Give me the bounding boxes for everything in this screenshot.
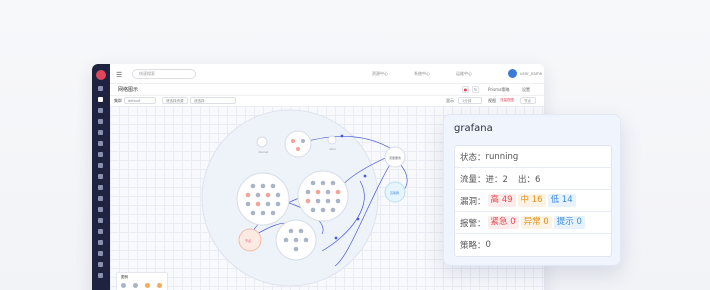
selected-node-label: 节点 <box>245 238 251 243</box>
time-select[interactable]: 1分钟 <box>458 97 482 104</box>
small-node-2[interactable] <box>327 135 337 145</box>
search-placeholder: 快速搜索 <box>139 71 155 76</box>
top-item-system[interactable]: 系统中心 <box>414 71 430 77</box>
card-body: 状态： running 流量： 进：2 出：6 漏洞： 高 49 中 16 低 … <box>454 145 612 257</box>
alert-abnormal-badge[interactable]: 异常 0 <box>520 216 552 229</box>
graph-legend: 图例 running pending failed unknown <box>116 272 168 290</box>
vuln-low-badge[interactable]: 低 14 <box>547 194 576 207</box>
alert-icon[interactable]: ● <box>462 86 469 93</box>
page-title: 网络图示 <box>118 87 139 93</box>
nav-item-icon[interactable] <box>98 229 103 234</box>
nav-item-icon[interactable] <box>98 141 103 146</box>
nav-item-icon[interactable] <box>98 262 103 267</box>
nav-item-icon[interactable] <box>98 185 103 190</box>
nav-item-icon[interactable] <box>98 207 103 212</box>
pod-group-top[interactable] <box>284 130 312 158</box>
background: ☰ 快速搜索 资源中心 系统中心 运维中心 user_name 网络图示 ● ↻… <box>0 0 710 290</box>
card-title: grafana <box>454 123 493 134</box>
policy-label: 策略： <box>460 241 486 251</box>
avatar[interactable] <box>508 69 517 78</box>
resource-select[interactable]: 请选择资源 <box>162 97 188 104</box>
top-item-ops[interactable]: 运维中心 <box>456 71 472 77</box>
settings-link[interactable]: 设置 <box>522 87 530 93</box>
top-item-resource[interactable]: 资源中心 <box>372 71 388 77</box>
top-bar: ☰ 快速搜索 资源中心 系统中心 运维中心 user_name <box>110 64 544 84</box>
traffic-in: 进：2 <box>485 174 508 185</box>
traffic-out: 出：6 <box>517 174 541 185</box>
vulnerability-label: 漏洞： <box>460 196 486 207</box>
traffic-row: 流量： 进：2 出：6 <box>455 168 611 190</box>
legend-title: 图例 <box>121 275 128 279</box>
status-row: 状态： running <box>455 146 611 168</box>
policy-row: 策略： 0 <box>455 234 611 256</box>
traffic-label: 流量： <box>460 174 486 185</box>
small-node-1[interactable] <box>256 136 268 148</box>
page-header: 网络图示 ● ↻ Prisma策略 设置 <box>110 84 544 96</box>
policy-value: 0 <box>485 240 491 250</box>
alert-row: 报警： 紧急 0 异常 0 提示 0 <box>455 212 611 234</box>
legend-running-icon <box>121 283 126 288</box>
legend-pending-icon <box>133 283 138 288</box>
env-label: 集群 <box>114 98 122 103</box>
status-value: running <box>485 151 519 162</box>
small-node-1-label: internet <box>258 150 268 154</box>
node-view-tag[interactable]: 节点 <box>520 97 536 104</box>
alert-urgent-badge[interactable]: 紧急 0 <box>487 216 519 229</box>
nav-item-icon[interactable] <box>98 152 103 157</box>
filter-bar: 集群 default 请选择资源 请选择 显示 1分钟 视图 流量视图 节点 <box>110 96 544 106</box>
app-logo-icon <box>96 70 106 80</box>
view-label: 显示 <box>446 98 454 103</box>
status-label: 状态： <box>460 152 486 163</box>
prisma-policy-link[interactable]: Prisma策略 <box>488 87 510 93</box>
nav-item-icon[interactable] <box>98 196 103 201</box>
resource-sub-select[interactable]: 请选择 <box>190 97 236 104</box>
pod-group-bottom[interactable] <box>275 219 317 261</box>
nav-item-icon[interactable] <box>98 163 103 168</box>
refresh-icon[interactable]: ↻ <box>472 86 479 93</box>
menu-toggle-icon[interactable]: ☰ <box>116 71 122 79</box>
nav-item-icon[interactable] <box>98 119 103 124</box>
vuln-mid-badge[interactable]: 中 16 <box>517 194 546 207</box>
sidebar-nav <box>92 64 110 290</box>
nav-item-icon[interactable] <box>98 240 103 245</box>
pod-group-left[interactable] <box>236 172 290 226</box>
legend-unknown-icon <box>157 283 162 288</box>
external-node-1-label: 流量服务 <box>389 155 401 160</box>
small-node-2-label: other <box>329 147 337 151</box>
nav-home-icon[interactable] <box>98 86 103 91</box>
nav-item-icon[interactable] <box>98 108 103 113</box>
alert-label: 报警： <box>460 218 486 229</box>
legend-failed-icon <box>145 283 150 288</box>
env-select[interactable]: default <box>124 97 156 104</box>
search-input[interactable]: 快速搜索 <box>132 69 196 79</box>
node-detail-card: grafana 状态： running 流量： 进：2 出：6 漏洞： 高 49… <box>443 114 621 266</box>
nav-item-icon[interactable] <box>98 130 103 135</box>
nav-item-icon[interactable] <box>98 174 103 179</box>
nav-topology-icon[interactable] <box>98 97 103 102</box>
traffic-view-tag[interactable]: 流量视图 <box>498 97 516 104</box>
nav-item-icon[interactable] <box>98 218 103 223</box>
vulnerability-row: 漏洞： 高 49 中 16 低 14 <box>455 190 611 212</box>
type-label: 视图 <box>488 98 496 103</box>
user-name[interactable]: user_name <box>520 71 542 76</box>
pod-group-right[interactable] <box>297 170 349 222</box>
vuln-high-badge[interactable]: 高 49 <box>487 194 516 207</box>
nav-item-icon[interactable] <box>98 273 103 278</box>
external-node-2-label: 互联网 <box>390 190 399 195</box>
alert-hint-badge[interactable]: 提示 0 <box>553 216 585 229</box>
nav-item-icon[interactable] <box>98 251 103 256</box>
